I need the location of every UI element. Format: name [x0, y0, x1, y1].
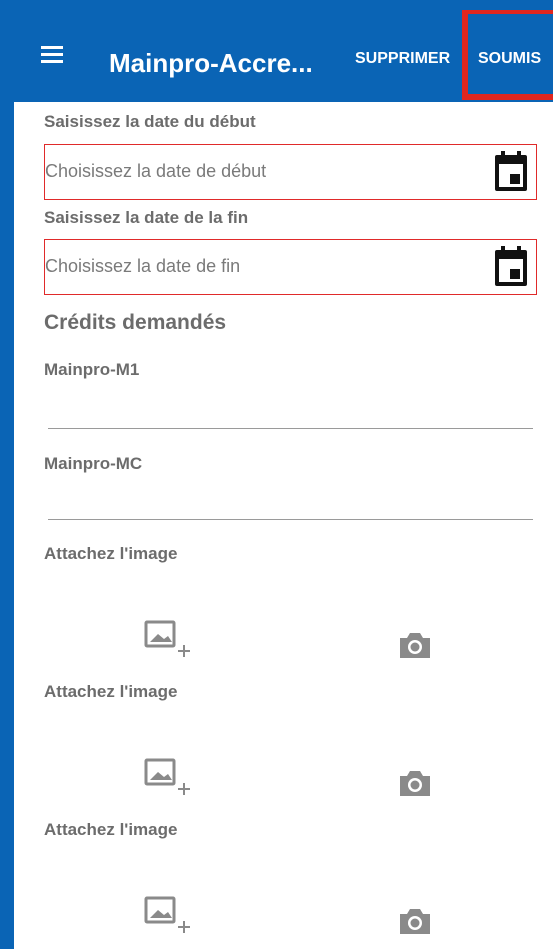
- add-image-icon[interactable]: [144, 896, 190, 936]
- mainpro-m1-underline: [48, 428, 533, 429]
- attach-image-label: Attachez l'image: [44, 682, 178, 701]
- app-title: Mainpro-Accre...: [109, 48, 313, 78]
- calendar-icon[interactable]: [494, 245, 528, 287]
- credits-title: Crédits demandés: [44, 311, 227, 334]
- mainpro-mc-label: Mainpro-MC: [44, 454, 143, 473]
- attach-image-label: Attachez l'image: [44, 544, 178, 563]
- app-screen: Mainpro-Accre... SUPPRIMER SOUMIS Saisis…: [14, 10, 553, 949]
- camera-icon[interactable]: [398, 768, 432, 798]
- mainpro-mc-underline: [48, 519, 533, 520]
- end-date-label: Saisissez la date de la fin: [44, 208, 249, 227]
- app-toolbar: Mainpro-Accre... SUPPRIMER SOUMIS: [14, 10, 553, 102]
- end-date-placeholder: Choisissez la date de fin: [45, 256, 241, 276]
- start-date-field[interactable]: Choisissez la date de début: [44, 144, 537, 200]
- start-date-label: Saisissez la date du début: [44, 112, 256, 131]
- add-image-icon[interactable]: [144, 620, 190, 660]
- add-image-icon[interactable]: [144, 758, 190, 798]
- mainpro-mc-input[interactable]: [48, 480, 533, 520]
- mainpro-m1-input[interactable]: [48, 388, 533, 428]
- camera-icon[interactable]: [398, 630, 432, 660]
- submit-highlight-box: [462, 10, 553, 100]
- mainpro-m1-label: Mainpro-M1: [44, 360, 140, 379]
- calendar-icon[interactable]: [494, 150, 528, 192]
- camera-icon[interactable]: [398, 906, 432, 936]
- start-date-placeholder: Choisissez la date de début: [45, 161, 267, 181]
- end-date-field[interactable]: Choisissez la date de fin: [44, 239, 537, 295]
- hamburger-menu-icon[interactable]: [41, 46, 63, 64]
- attach-image-label: Attachez l'image: [44, 820, 178, 839]
- delete-button[interactable]: SUPPRIMER: [355, 50, 450, 68]
